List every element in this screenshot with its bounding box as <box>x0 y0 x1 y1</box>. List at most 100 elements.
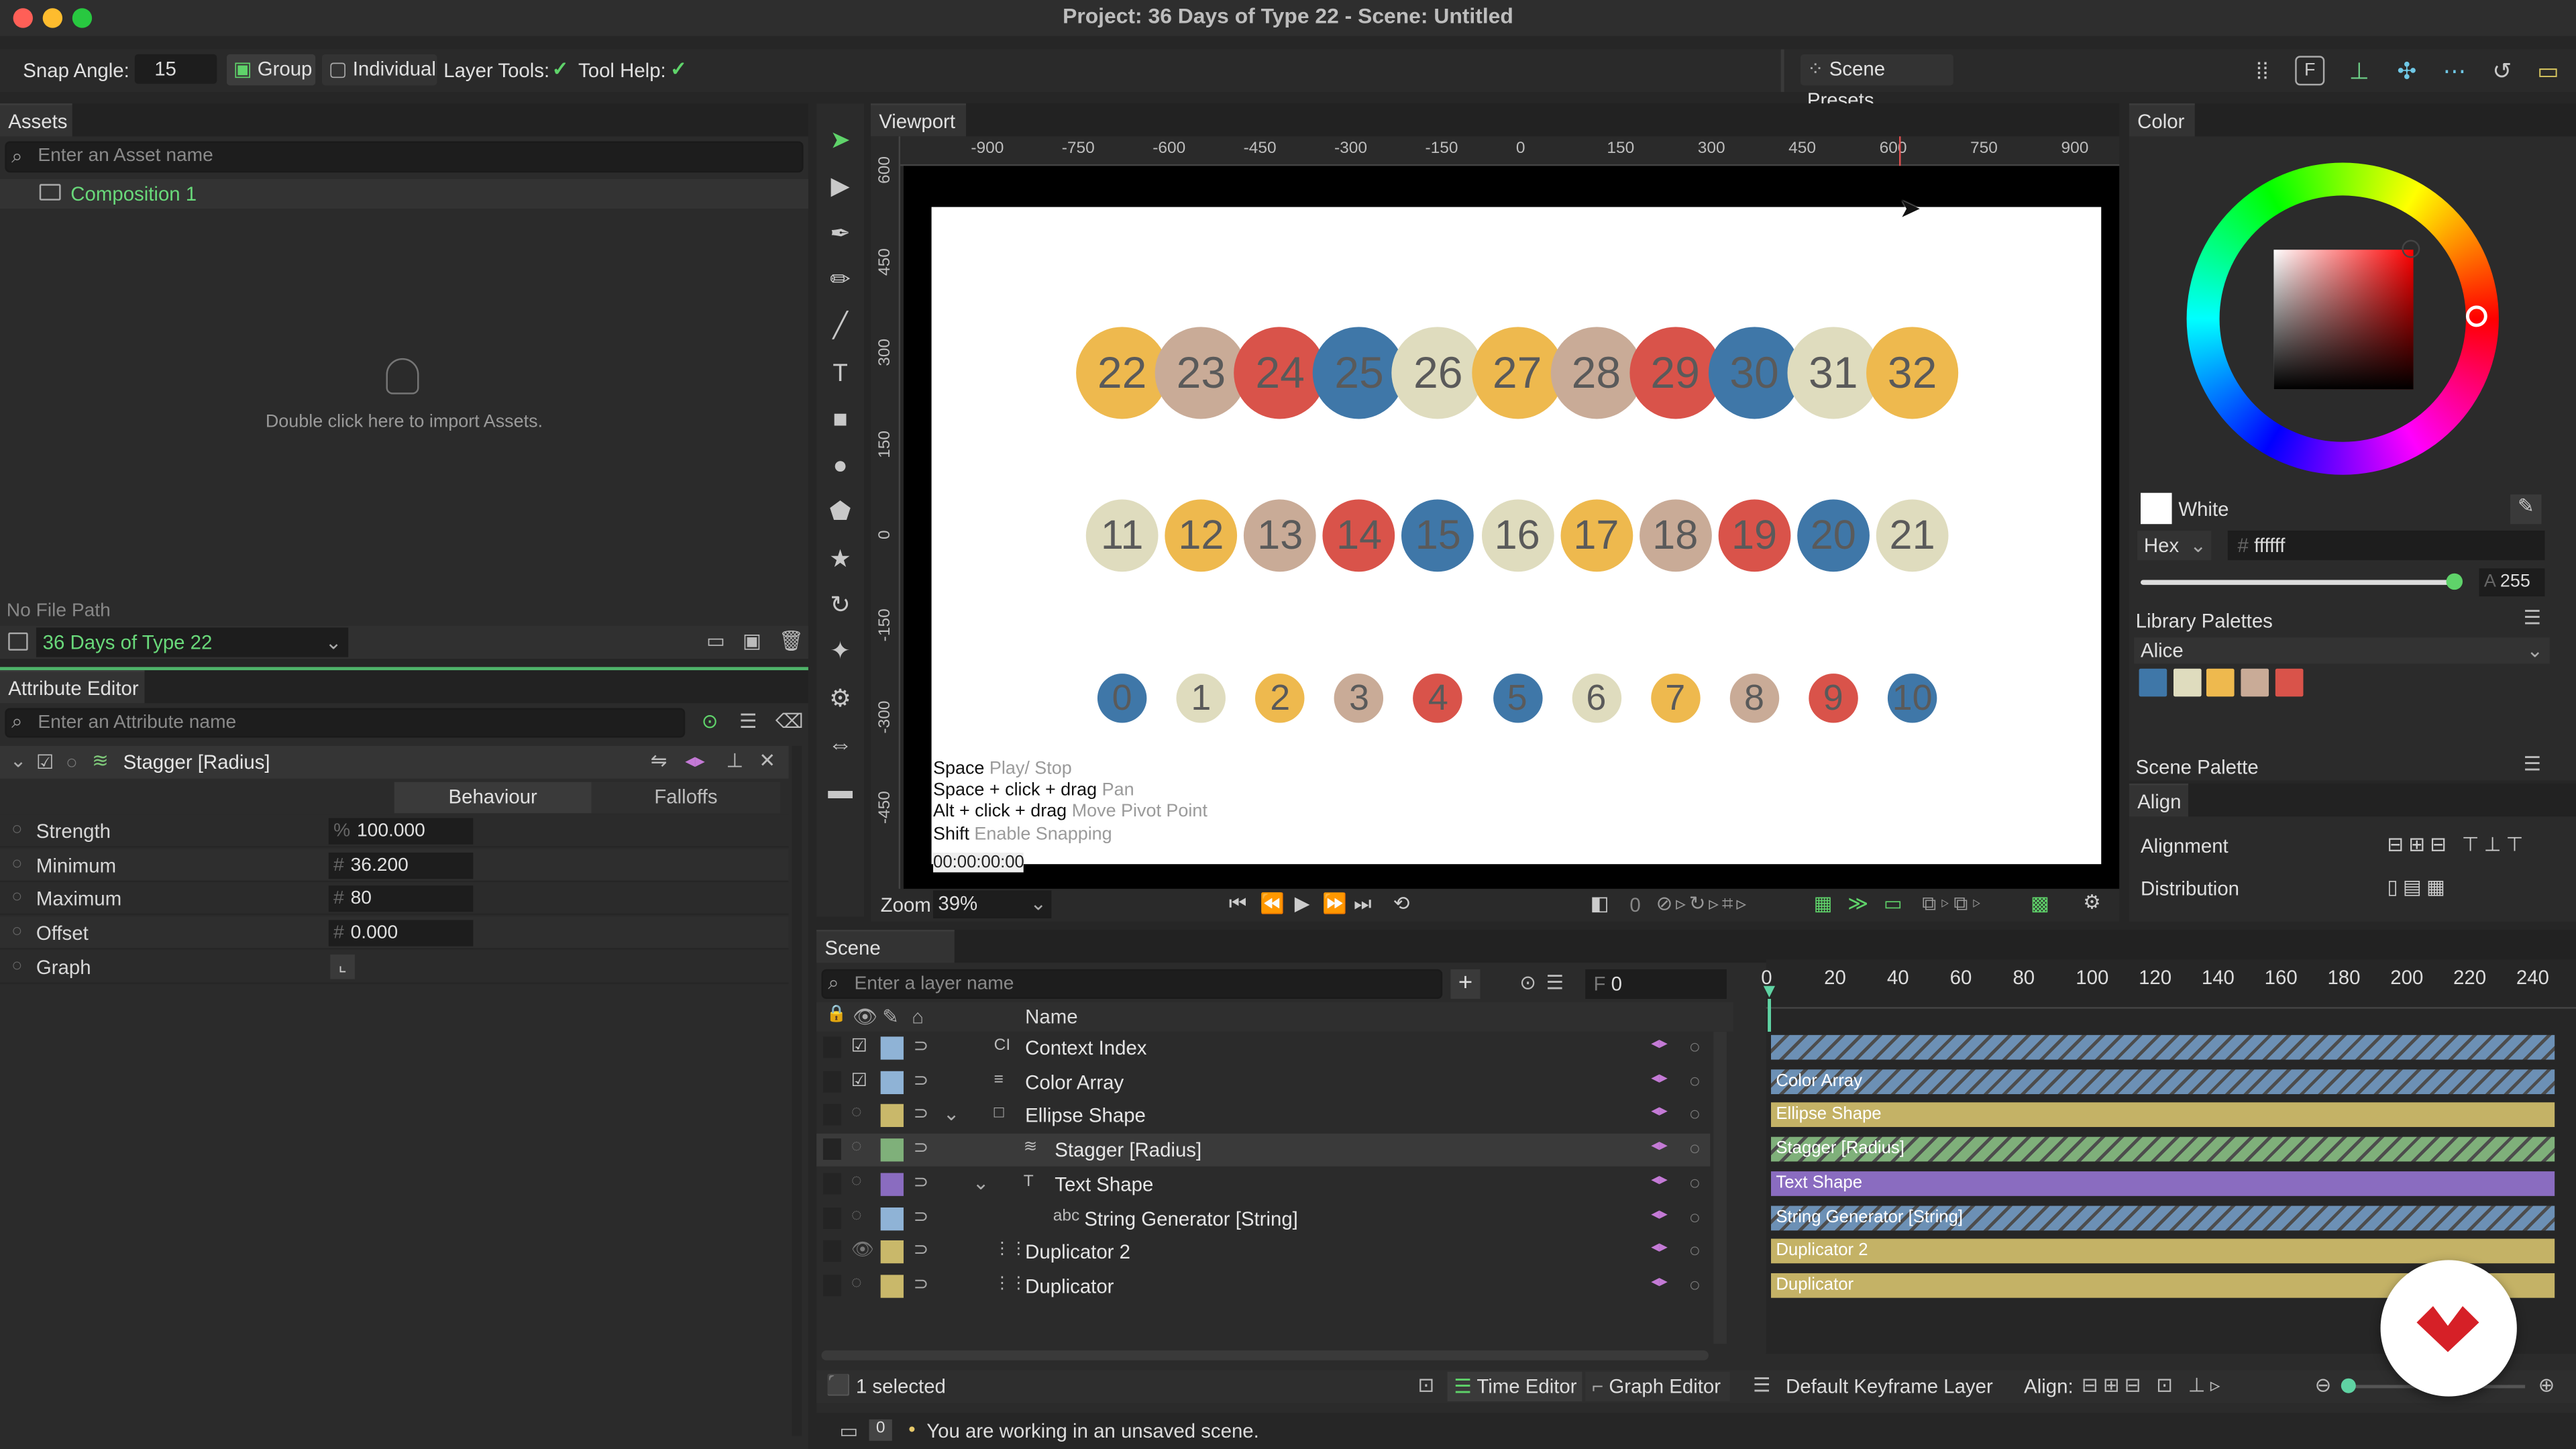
number-circle[interactable]: 15 <box>1401 499 1474 572</box>
scene-window-tab[interactable]: Scene Window <box>816 930 955 992</box>
layer-keyframe-icon[interactable]: ◂▸ <box>1651 1239 1668 1257</box>
number-circle[interactable]: 16 <box>1481 499 1554 572</box>
clear-icon[interactable]: ⌫ <box>775 710 804 733</box>
line-tool-icon[interactable]: ╱ <box>823 309 857 343</box>
pencil-tool-icon[interactable]: ✏ <box>823 263 857 297</box>
play-icon[interactable]: ▶ <box>1295 892 1310 915</box>
layer-solo-toggle[interactable]: ○ <box>1689 1103 1701 1126</box>
viewport-tab[interactable]: Viewport <box>870 103 967 137</box>
capsule-tool-icon[interactable]: ▬ <box>823 774 857 808</box>
layer-row[interactable]: 👁 ⊃ ⋮⋮ Duplicator 2 ◂▸ ○ <box>816 1236 1710 1269</box>
number-circle[interactable]: 9 <box>1809 674 1858 723</box>
layer-visibility-toggle[interactable]: ◌ <box>851 1171 862 1191</box>
go-end-icon[interactable]: ⏭ <box>1354 892 1371 917</box>
node-solo-icon[interactable]: ○ <box>66 751 78 773</box>
number-circle[interactable]: 26 <box>1392 327 1485 419</box>
zoom-select[interactable]: 39% ⌄ <box>933 890 1052 918</box>
scene-palette-menu-icon[interactable]: ☰ <box>2524 753 2541 775</box>
node-keyframe-icon[interactable]: ◂▸ <box>685 749 705 772</box>
layer-solo-toggle[interactable]: ○ <box>1689 1205 1701 1228</box>
attribute-editor-tab[interactable]: Attribute Editor <box>0 670 145 704</box>
attribute-key-dot-icon[interactable]: ○ <box>11 956 22 975</box>
expand-chevron-icon[interactable]: ⌄ <box>943 1103 960 1126</box>
distribution-buttons[interactable]: ▯▤▦ <box>2387 875 2450 898</box>
eyedropper-icon[interactable]: ✎ <box>2510 494 2542 525</box>
layer-color-swatch[interactable] <box>880 1173 904 1196</box>
number-circle[interactable]: 11 <box>1085 499 1159 572</box>
number-circle[interactable]: 28 <box>1550 327 1642 419</box>
layer-visibility-toggle[interactable]: ◌ <box>851 1137 862 1157</box>
monitor-icon[interactable]: ▣ <box>743 629 761 652</box>
collapse-chevron-icon[interactable]: ⌄ <box>10 749 27 772</box>
project-select[interactable]: 36 Days of Type 22 ⌄ <box>36 627 349 657</box>
number-circle[interactable]: 8 <box>1729 674 1779 723</box>
layer-lock-toggle[interactable] <box>822 1036 841 1059</box>
attribute-value-input[interactable]: #36.200 <box>328 852 474 879</box>
layer-lock-toggle[interactable] <box>822 1240 841 1263</box>
timeline-clip-bar[interactable]: String Generator [String] <box>1771 1205 2555 1230</box>
layer-keyframe-icon[interactable]: ◂▸ <box>1651 1171 1668 1189</box>
layer-row[interactable]: ☑ ⊃ CI Context Index ◂▸ ○ <box>816 1032 1710 1065</box>
number-circle[interactable]: 30 <box>1708 327 1801 419</box>
alpha-slider[interactable] <box>2141 580 2457 585</box>
snap-frame-icon[interactable]: F <box>2295 56 2325 86</box>
align-bottom-icon[interactable]: ⊥ <box>2345 56 2374 85</box>
step-forward-icon[interactable]: ⏩ <box>1322 892 1347 915</box>
number-circle[interactable]: 4 <box>1413 674 1463 723</box>
layer-row[interactable]: ◌ ⊃ ⌄ T Text Shape ◂▸ ○ <box>816 1168 1710 1201</box>
hue-picker-handle[interactable] <box>2465 305 2487 327</box>
number-circle[interactable]: 1 <box>1176 674 1226 723</box>
number-circle[interactable]: 7 <box>1650 674 1700 723</box>
go-start-icon[interactable]: ⏮ <box>1229 892 1246 917</box>
layer-visibility-toggle[interactable]: 👁 <box>851 1239 874 1260</box>
select-tool-icon[interactable]: ➤ <box>823 123 857 158</box>
attribute-search-input[interactable]: Enter an Attribute name <box>5 708 686 738</box>
attribute-value-input[interactable]: % 100.000 <box>328 818 474 845</box>
number-circle[interactable]: 0 <box>1097 674 1147 723</box>
align-keys-buttons[interactable]: ⊟⊞⊟ ⊡ ⊥▹ <box>2082 1373 2225 1396</box>
frame-input[interactable]: F 0 <box>1585 969 1727 999</box>
snap-angle-input[interactable]: 15 <box>134 54 217 84</box>
trash-icon[interactable]: 🗑 <box>779 629 804 652</box>
layer-visibility-toggle[interactable]: ☑ <box>851 1069 867 1090</box>
tab-behaviour[interactable]: Behaviour <box>394 782 592 814</box>
polygon-tool-icon[interactable]: ⬟ <box>823 495 857 529</box>
tab-falloffs[interactable]: Falloffs <box>591 782 781 814</box>
layer-lock-toggle[interactable] <box>822 1173 841 1194</box>
node-option-icon[interactable]: ⇋ <box>651 749 667 772</box>
number-circle[interactable]: 27 <box>1471 327 1564 419</box>
viewport-settings-icon[interactable]: ⚙ <box>2083 890 2100 913</box>
layer-tag-icon[interactable]: ⊃ <box>914 1205 929 1226</box>
import-hint[interactable]: Double click here to import Assets. <box>0 413 808 432</box>
add-layer-icon[interactable]: + <box>1450 969 1481 999</box>
layer-row[interactable]: ◌ ⊃ abc String Generator [String] ◂▸ ○ <box>816 1201 1710 1234</box>
number-circle[interactable]: 25 <box>1313 327 1405 419</box>
layer-tag-icon[interactable]: ⊃ <box>914 1069 929 1090</box>
pen-tool-icon[interactable]: ✒ <box>823 216 857 250</box>
layer-tag-icon[interactable]: ⊃ <box>914 1035 929 1056</box>
layer-search-input[interactable]: Enter a layer name <box>821 969 1443 999</box>
number-circle[interactable]: 22 <box>1076 327 1169 419</box>
layer-keyframe-icon[interactable]: ◂▸ <box>1651 1069 1668 1087</box>
number-circle[interactable]: 31 <box>1787 327 1880 419</box>
layer-lock-toggle[interactable] <box>822 1275 841 1296</box>
layer-lock-toggle[interactable] <box>822 1070 841 1092</box>
number-circle[interactable]: 32 <box>1866 327 1959 419</box>
loop-icon[interactable]: ⟲ <box>1393 892 1410 915</box>
layer-visibility-toggle[interactable]: ☑ <box>851 1035 867 1056</box>
dotted-line-icon[interactable]: ⋯ <box>2440 56 2469 85</box>
number-circle[interactable]: 21 <box>1876 499 1949 572</box>
layer-solo-toggle[interactable]: ○ <box>1689 1239 1701 1262</box>
keyframe-layer-select[interactable]: Default Keyframe Layer <box>1786 1375 1993 1398</box>
time-editor-button[interactable]: ☰ Time Editor <box>1447 1371 1582 1401</box>
number-circle[interactable]: 24 <box>1234 327 1326 419</box>
attribute-value-input[interactable]: #80 <box>328 885 474 913</box>
layer-solo-toggle[interactable]: ○ <box>1689 1035 1701 1058</box>
grid-dots-icon[interactable]: ⁞⁞ <box>2247 56 2277 85</box>
layer-filter-icons[interactable]: ⊙☰ <box>1519 971 1573 994</box>
layer-color-swatch[interactable] <box>880 1138 904 1162</box>
timeline-clip-bar[interactable]: Text Shape <box>1771 1171 2555 1196</box>
rectangle-tool-icon[interactable]: ■ <box>823 402 857 437</box>
node-enable-checkbox[interactable]: ☑ <box>36 751 54 773</box>
zoom-out-icon[interactable]: ⊖ <box>2315 1373 2332 1396</box>
